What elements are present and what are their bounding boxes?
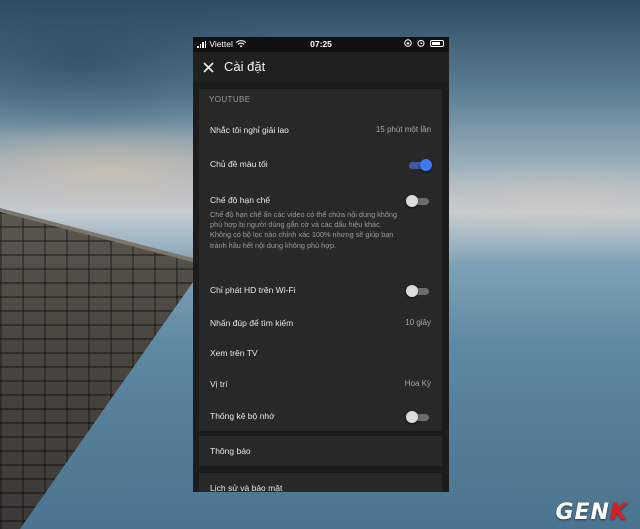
history-privacy-label: Lịch sử và bảo mật	[210, 483, 283, 492]
section-header-youtube: YOUTUBE	[209, 95, 251, 104]
dark-theme-toggle[interactable]	[406, 159, 432, 171]
setting-label: Nhắc tôi nghỉ giải lao	[210, 125, 289, 135]
genk-watermark: GENK	[555, 500, 628, 525]
setting-label: Chủ đề màu tối	[210, 159, 268, 169]
restricted-mode-toggle[interactable]	[406, 195, 432, 207]
battery-icon	[430, 39, 444, 47]
setting-storage-stats[interactable]: Thống kê bộ nhớ	[199, 405, 442, 429]
setting-label: Chế độ hạn chế	[210, 195, 271, 205]
setting-watch-on-tv[interactable]: Xem trên TV	[199, 342, 442, 366]
setting-value: 10 giây	[405, 318, 431, 327]
status-bar: Viettel 07:25	[193, 37, 449, 52]
phone-screen: Viettel 07:25 Cài đặt YOUTUBE Nhắc tôi n…	[193, 37, 449, 492]
storage-stats-toggle[interactable]	[406, 411, 432, 423]
setting-dark-theme[interactable]: Chủ đề màu tối	[199, 153, 442, 177]
hd-wifi-toggle[interactable]	[406, 285, 432, 297]
orientation-lock-icon	[404, 39, 412, 47]
setting-hd-wifi-only[interactable]: Chỉ phát HD trên Wi-Fi	[199, 279, 442, 303]
notifications-item[interactable]: Thông báo	[199, 436, 442, 466]
setting-label: Vị trí	[210, 379, 228, 389]
close-icon	[202, 61, 214, 73]
watermark-accent: K	[609, 500, 628, 525]
setting-label: Thống kê bộ nhớ	[210, 411, 275, 421]
history-privacy-item[interactable]: Lịch sử và bảo mật	[199, 473, 442, 492]
alarm-icon	[417, 39, 425, 47]
restricted-mode-description: Chế độ hạn chế ẩn các video có thể chứa …	[210, 210, 398, 250]
setting-break-reminder[interactable]: Nhắc tôi nghỉ giải lao 15 phút một lần	[199, 119, 442, 143]
page-title: Cài đặt	[224, 59, 266, 74]
watermark-main: GEN	[555, 500, 610, 525]
youtube-settings-card: YOUTUBE Nhắc tôi nghỉ giải lao 15 phút m…	[199, 89, 442, 431]
setting-value: 15 phút một lần	[375, 125, 431, 134]
setting-location[interactable]: Vị trí Hoa Kỳ	[199, 373, 442, 397]
close-button[interactable]	[199, 58, 217, 76]
setting-double-tap-seek[interactable]: Nhấn đúp để tìm kiếm 10 giây	[199, 312, 442, 336]
setting-label: Nhấn đúp để tìm kiếm	[210, 318, 294, 328]
setting-label: Chỉ phát HD trên Wi-Fi	[210, 285, 296, 295]
app-bar: Cài đặt	[193, 52, 449, 82]
notifications-label: Thông báo	[210, 446, 251, 456]
setting-value: Hoa Kỳ	[404, 379, 431, 388]
setting-label: Xem trên TV	[210, 348, 258, 358]
